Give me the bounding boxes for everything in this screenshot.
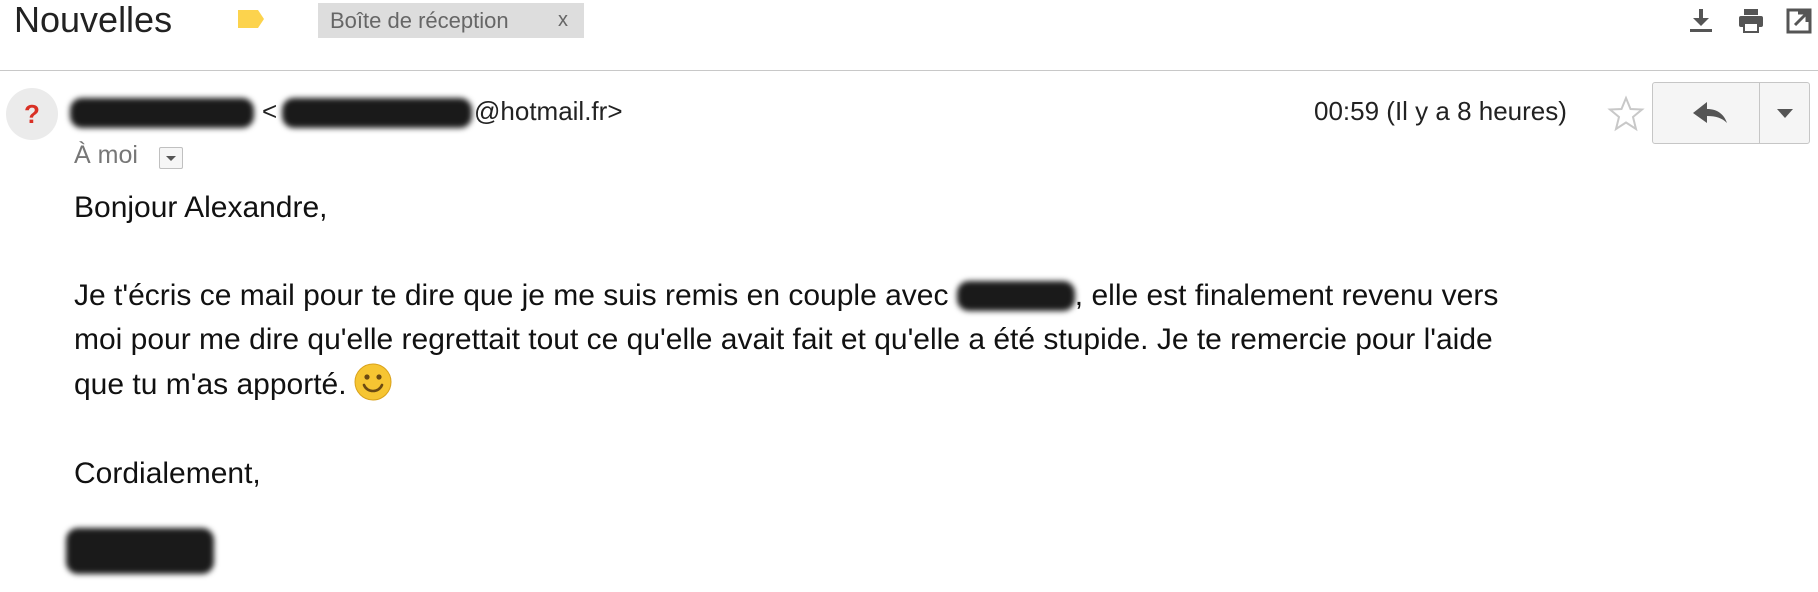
- redacted-sender-name: [70, 98, 254, 128]
- subject-title: Nouvelles: [14, 0, 173, 40]
- chevron-down-icon: [166, 156, 176, 161]
- download-icon[interactable]: [1686, 6, 1716, 36]
- recipient-text: À moi: [74, 141, 138, 169]
- label-tag-icon[interactable]: [236, 8, 266, 30]
- body-paragraph-line-1: Je t'écris ce mail pour te dire que je m…: [74, 279, 1499, 312]
- print-icon[interactable]: [1736, 6, 1766, 36]
- body-paragraph-line-3: que tu m'as apporté.: [74, 362, 393, 407]
- dropdown-arrow-icon: [1777, 109, 1793, 118]
- sender-email-domain: @hotmail.fr>: [474, 96, 623, 126]
- inbox-label-text: Boîte de réception: [330, 8, 509, 33]
- more-actions-button[interactable]: [1759, 83, 1810, 143]
- message-header: Nouvelles Boîte de réception x: [0, 0, 1818, 71]
- sender-email-open: <: [262, 96, 278, 126]
- smiley-emoji-icon: [354, 363, 392, 401]
- new-window-icon[interactable]: [1784, 6, 1814, 36]
- redacted-sender-email: [282, 98, 472, 128]
- redacted-signature: [66, 528, 214, 574]
- message-date: 00:59 (Il y a 8 heures): [1314, 96, 1567, 126]
- body-paragraph-line-2: moi pour me dire qu'elle regrettait tout…: [74, 323, 1493, 356]
- star-outline-icon[interactable]: [1606, 94, 1646, 134]
- recipient-details-toggle[interactable]: [159, 147, 183, 169]
- reply-button[interactable]: [1653, 83, 1759, 143]
- body-closing: Cordialement,: [74, 457, 261, 490]
- redacted-name: [956, 281, 1075, 311]
- inbox-label-chip[interactable]: Boîte de réception x: [318, 3, 584, 38]
- reply-button-group: [1652, 82, 1810, 144]
- body-greeting: Bonjour Alexandre,: [74, 191, 328, 224]
- remove-label-button[interactable]: x: [558, 3, 568, 38]
- sender-avatar[interactable]: ?: [6, 88, 58, 140]
- reply-icon: [1693, 102, 1727, 123]
